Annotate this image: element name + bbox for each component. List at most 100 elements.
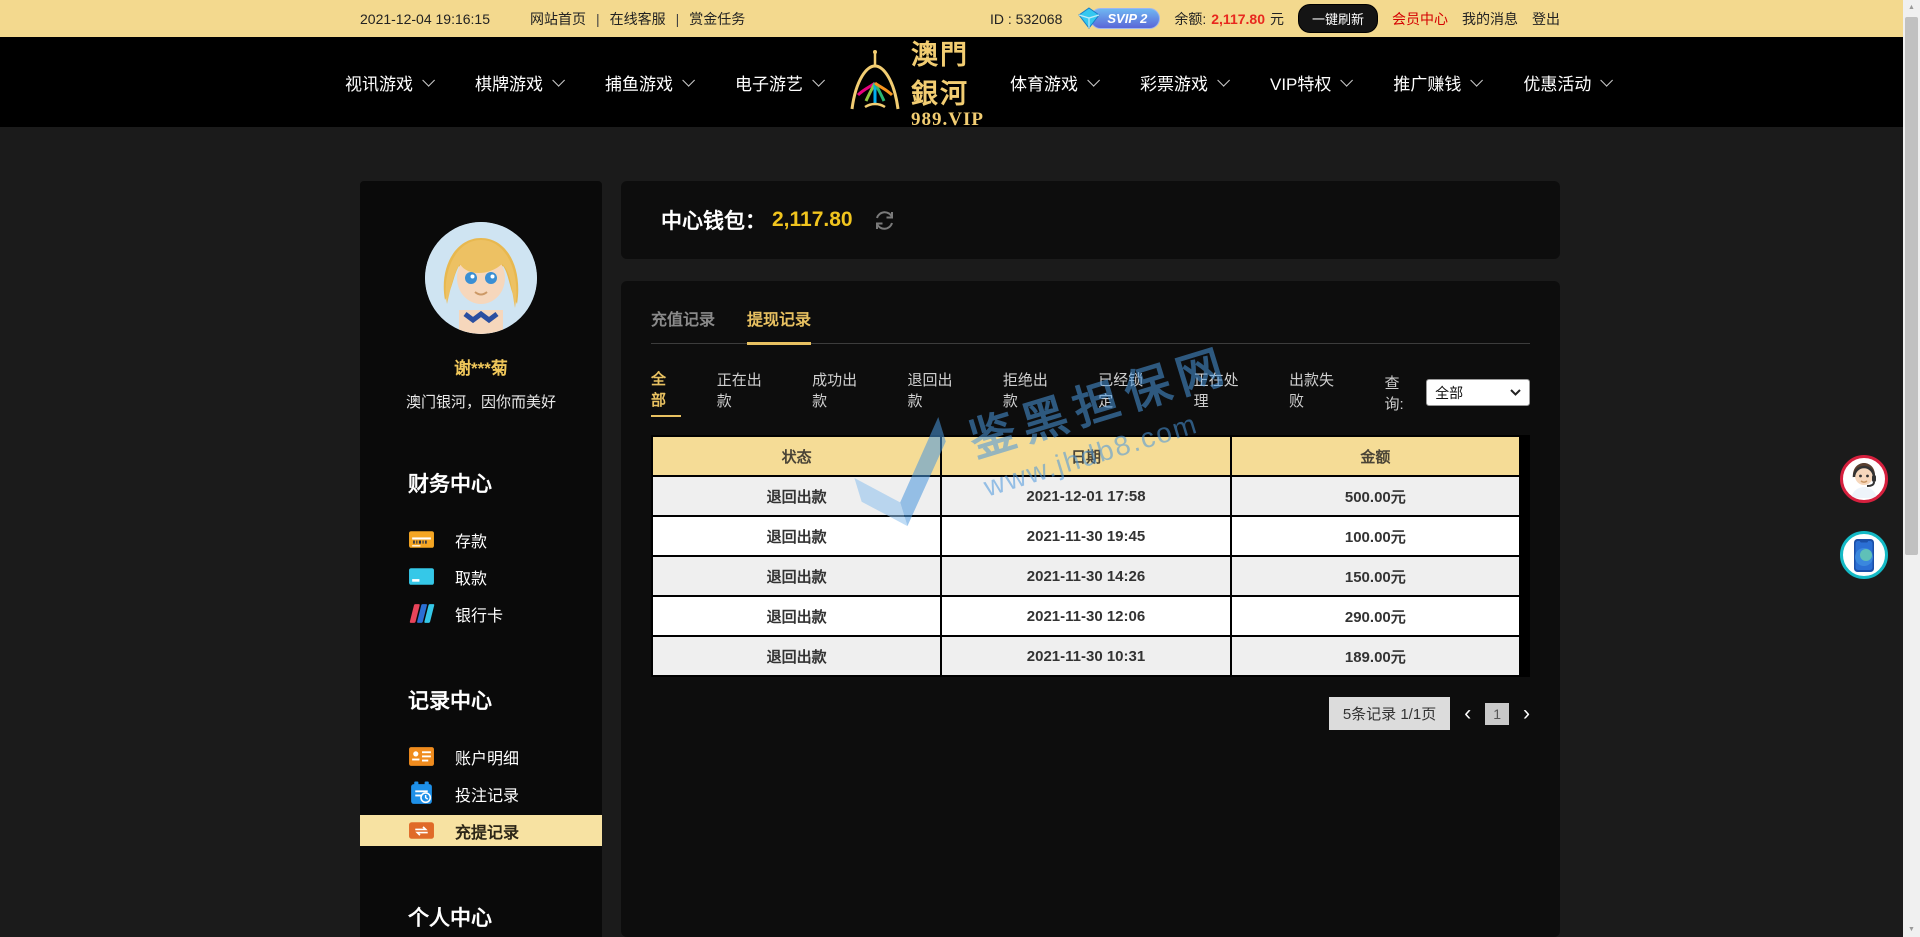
- bounty-task-link[interactable]: 赏金任务: [689, 9, 745, 29]
- diamond-icon: [1077, 7, 1101, 32]
- my-messages-link[interactable]: 我的消息: [1462, 9, 1518, 29]
- col-date: 日期: [941, 436, 1230, 476]
- refresh-wallet-icon[interactable]: [873, 209, 896, 232]
- home-link[interactable]: 网站首页: [530, 9, 586, 29]
- record-count-summary: 5条记录 1/1页: [1329, 697, 1450, 730]
- tab-withdrawal-records[interactable]: 提现记录: [747, 306, 811, 345]
- nav-promotion-earn[interactable]: 推广赚钱: [1393, 70, 1479, 95]
- nav-lottery-games[interactable]: 彩票游戏: [1140, 70, 1226, 95]
- balance-label: 余额:: [1174, 9, 1206, 29]
- link-separator: |: [676, 11, 680, 27]
- table-row: 退回出款 2021-11-30 14:26 150.00元: [652, 556, 1520, 596]
- bank-cards-icon: [408, 600, 435, 627]
- pagination: 5条记录 1/1页 ‹ 1 ›: [651, 697, 1530, 730]
- query-select[interactable]: 全部: [1426, 379, 1530, 406]
- records-panel: 充值记录 提现记录 全部 正在出款 成功出款 退回出款 拒绝出款 已经锁定 正在…: [621, 281, 1560, 937]
- nav-vip-privilege[interactable]: VIP特权: [1270, 70, 1349, 95]
- account-detail-icon: [408, 743, 435, 770]
- sidebar-slogan: 澳门银河，因你而美好: [360, 391, 602, 412]
- record-tabs: 充值记录 提现记录: [651, 306, 1530, 344]
- balance-unit: 元: [1270, 9, 1284, 29]
- filter-failed[interactable]: 出款失败: [1289, 369, 1348, 416]
- link-separator: |: [596, 11, 600, 27]
- nav-board-games[interactable]: 棋牌游戏: [475, 70, 561, 95]
- page-scrollbar[interactable]: ▲ ▼: [1903, 0, 1920, 937]
- scrollbar-thumb[interactable]: [1905, 17, 1918, 555]
- chevron-down-icon: [1341, 74, 1354, 87]
- nav-fishing-games[interactable]: 捕鱼游戏: [605, 70, 691, 95]
- main-nav: 视讯游戏 棋牌游戏 捕鱼游戏 电子游艺: [0, 37, 1920, 127]
- col-status: 状态: [652, 436, 941, 476]
- nav-slot-games[interactable]: 电子游艺: [735, 70, 821, 95]
- section-finance-center: 财务中心: [360, 468, 602, 498]
- table-row: 退回出款 2021-11-30 12:06 290.00元: [652, 596, 1520, 636]
- withdraw-card-icon: [408, 563, 435, 590]
- floating-buttons: [1840, 455, 1888, 579]
- customer-service-button[interactable]: [1840, 455, 1888, 503]
- chevron-down-icon: [1087, 74, 1100, 87]
- table-row: 退回出款 2021-11-30 19:45 100.00元: [652, 516, 1520, 556]
- chevron-down-icon: [1510, 389, 1521, 396]
- sidebar-item-deposit[interactable]: 存款: [360, 524, 602, 555]
- chevron-down-icon: [552, 74, 565, 87]
- avatar: [425, 222, 537, 334]
- filter-all[interactable]: 全部: [651, 368, 681, 417]
- next-page-button[interactable]: ›: [1523, 703, 1530, 724]
- logo-subtitle: 989.VIP: [911, 109, 984, 131]
- refresh-balance-button[interactable]: 一键刷新: [1298, 4, 1378, 33]
- prev-page-button[interactable]: ‹: [1464, 703, 1471, 724]
- balance-value: 2,117.80: [1211, 11, 1265, 27]
- chevron-down-icon: [1471, 74, 1484, 87]
- page-number[interactable]: 1: [1485, 703, 1509, 725]
- account-sidebar: 谢***菊 澳门银河，因你而美好 财务中心 存款 取款 银行卡 记录中心: [360, 181, 602, 937]
- chevron-down-icon: [682, 74, 695, 87]
- sidebar-item-bet-record[interactable]: 投注记录: [360, 778, 602, 809]
- wallet-label: 中心钱包：: [661, 205, 766, 235]
- nav-promo-activity[interactable]: 优惠活动: [1523, 70, 1609, 95]
- top-bar: 2021-12-04 19:16:15 网站首页 | 在线客服 | 赏金任务 I…: [0, 0, 1920, 37]
- sidebar-item-withdraw[interactable]: 取款: [360, 561, 602, 592]
- chevron-down-icon: [812, 74, 825, 87]
- nav-live-games[interactable]: 视讯游戏: [345, 70, 431, 95]
- transfer-record-icon: [408, 817, 435, 844]
- filter-success[interactable]: 成功出款: [812, 369, 871, 416]
- tab-deposit-records[interactable]: 充值记录: [651, 306, 715, 343]
- customer-service-icon: [1843, 458, 1885, 500]
- sidebar-item-bank-card[interactable]: 银行卡: [360, 598, 602, 629]
- current-datetime: 2021-12-04 19:16:15: [360, 11, 490, 27]
- status-filters: 全部 正在出款 成功出款 退回出款 拒绝出款 已经锁定 正在处理 出款失败 查询…: [651, 368, 1530, 417]
- member-center-link[interactable]: 会员中心: [1392, 9, 1448, 29]
- filter-rejected[interactable]: 拒绝出款: [1003, 369, 1062, 416]
- bet-record-icon: [408, 780, 435, 807]
- online-service-link[interactable]: 在线客服: [610, 9, 666, 29]
- table-row: 退回出款 2021-12-01 17:58 500.00元: [652, 476, 1520, 516]
- phone-icon: [1844, 535, 1884, 575]
- scroll-up-icon[interactable]: ▲: [1903, 4, 1920, 11]
- filter-returned[interactable]: 退回出款: [907, 369, 966, 416]
- filter-processing[interactable]: 正在处理: [1194, 369, 1253, 416]
- deposit-card-icon: [408, 526, 435, 553]
- chevron-down-icon: [1217, 74, 1230, 87]
- filter-locked[interactable]: 已经锁定: [1098, 369, 1157, 416]
- sidebar-item-account-detail[interactable]: 账户明细: [360, 741, 602, 772]
- nav-sports-games[interactable]: 体育游戏: [1010, 70, 1096, 95]
- table-row: 退回出款 2021-11-30 10:31 189.00元: [652, 636, 1520, 676]
- section-record-center: 记录中心: [360, 685, 602, 715]
- filter-paying[interactable]: 正在出款: [717, 369, 776, 416]
- logo-title: 澳門銀河: [911, 33, 984, 111]
- sidebar-item-transfer-record[interactable]: 充提记录: [360, 815, 602, 846]
- logout-link[interactable]: 登出: [1532, 9, 1560, 29]
- section-personal-center: 个人中心: [360, 902, 602, 932]
- chevron-down-icon: [1601, 74, 1614, 87]
- wallet-amount: 2,117.80: [772, 208, 853, 232]
- chevron-down-icon: [422, 74, 435, 87]
- mobile-app-button[interactable]: [1840, 531, 1888, 579]
- user-id: ID : 532068: [990, 11, 1062, 27]
- svip-badge: SVIP 2: [1090, 8, 1160, 29]
- site-logo[interactable]: 澳門銀河 989.VIP: [847, 33, 984, 131]
- wallet-panel: 中心钱包： 2,117.80: [621, 181, 1560, 259]
- scroll-down-icon[interactable]: ▼: [1903, 926, 1920, 933]
- query-label: 查询:: [1384, 372, 1418, 414]
- col-amount: 金额: [1231, 436, 1520, 476]
- table-header-row: 状态 日期 金额: [652, 436, 1520, 476]
